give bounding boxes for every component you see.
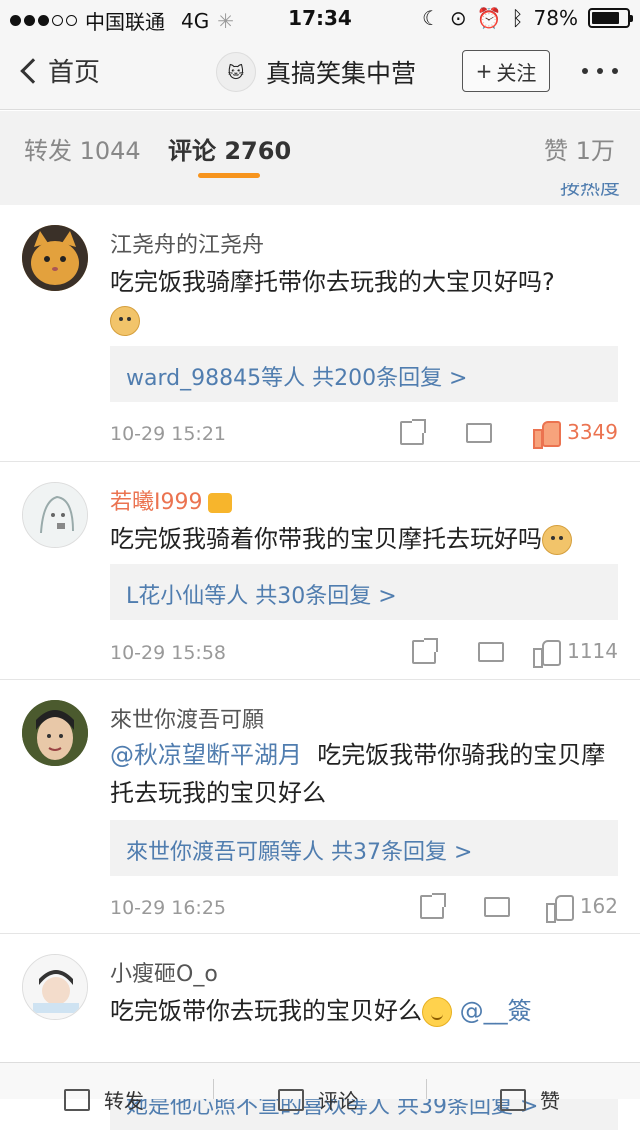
lock-rotation-icon: ⊙: [449, 6, 467, 30]
thumbs-up-icon: [545, 893, 574, 923]
thumbs-up-icon: [500, 1088, 526, 1111]
like-toolbar-button[interactable]: 赞: [500, 1085, 560, 1114]
like-button[interactable]: 1114: [533, 638, 618, 668]
reply-icon[interactable]: [466, 417, 492, 443]
battery-icon: [588, 8, 633, 28]
comment-meta: 10-29 16:25 162: [110, 891, 618, 923]
follow-label: 关注: [496, 60, 537, 85]
smile-emoji-icon: [422, 997, 452, 1027]
crown-badge-icon: [208, 493, 233, 513]
moon-icon: ☾: [421, 6, 440, 30]
like-button[interactable]: 162: [545, 893, 618, 923]
battery-percent: 78%: [533, 6, 578, 30]
share-icon[interactable]: [400, 419, 426, 445]
bottom-toolbar: 转发 评论 赞: [0, 1062, 640, 1113]
sort-button[interactable]: 按热度: [560, 183, 620, 200]
repost-icon: [64, 1088, 90, 1111]
share-icon[interactable]: [420, 893, 446, 919]
doge-emoji-icon: [110, 306, 140, 336]
active-tab-indicator: [198, 173, 260, 178]
avatar[interactable]: [22, 700, 88, 766]
comment-body: 吃完饭我骑摩托带你去玩我的大宝贝好吗?: [110, 268, 555, 296]
username[interactable]: 江尧舟的江尧舟: [110, 227, 264, 259]
comment-list: 江尧舟的江尧舟 吃完饭我骑摩托带你去玩我的大宝贝好吗? ward_98845等人…: [0, 205, 640, 1130]
comment-item: 來世你渡吾可願 @秋凉望断平湖月 吃完饭我带你骑我的宝贝摩托去玩我的宝贝好么 來…: [0, 680, 640, 934]
back-label: 首页: [48, 58, 101, 88]
page-title[interactable]: 🐱 真搞笑集中营: [216, 52, 416, 92]
reply-summary[interactable]: ward_98845等人 共200条回复 >: [110, 346, 618, 402]
avatar[interactable]: [22, 954, 88, 1020]
doge-emoji-icon: [542, 525, 572, 555]
comment-item: 若曦I999 吃完饭我骑着你带我的宝贝摩托去玩好吗 L花小仙等人 共30条回复 …: [0, 462, 640, 680]
comment-text: 吃完饭我骑着你带我的宝贝摩托去玩好吗: [110, 520, 620, 558]
reply-icon[interactable]: [484, 891, 510, 917]
like-count: 1114: [567, 639, 618, 663]
comment-body: 吃完饭带你去玩我的宝贝好么: [110, 997, 422, 1025]
avatar[interactable]: [22, 482, 88, 548]
nav-bar: 首页 🐱 真搞笑集中营 + 关注: [0, 36, 640, 110]
follow-button[interactable]: + 关注: [462, 50, 550, 92]
comment-meta: 10-29 15:21 3349: [110, 417, 618, 449]
reply-icon[interactable]: [478, 636, 504, 662]
comment-meta: 10-29 15:58 1114: [110, 636, 618, 668]
repost-label: 转发: [104, 1089, 144, 1113]
like-button[interactable]: 3349: [533, 419, 618, 449]
tab-likes[interactable]: 赞 1万: [544, 131, 615, 166]
comment-label: 评论: [318, 1089, 358, 1113]
reply-summary[interactable]: L花小仙等人 共30条回复 >: [110, 564, 618, 620]
tab-comments[interactable]: 评论 2760: [168, 131, 291, 166]
comment-item: 江尧舟的江尧舟 吃完饭我骑摩托带你去玩我的大宝贝好吗? ward_98845等人…: [0, 205, 640, 462]
timestamp: 10-29 15:58: [110, 642, 227, 664]
username-text: 若曦I999: [110, 490, 203, 515]
timestamp: 10-29 15:21: [110, 423, 227, 445]
chevron-left-icon: [20, 57, 46, 84]
alarm-icon: ⏰: [476, 6, 502, 30]
like-label: 赞: [540, 1089, 560, 1113]
thumbs-up-icon: [533, 419, 562, 449]
account-name: 真搞笑集中营: [266, 59, 417, 88]
timestamp: 10-29 16:25: [110, 897, 227, 919]
mention-link[interactable]: @秋凉望断平湖月: [110, 741, 302, 769]
avatar[interactable]: [22, 225, 88, 291]
comment-text: @秋凉望断平湖月 吃完饭我带你骑我的宝贝摩托去玩我的宝贝好么: [110, 736, 620, 812]
account-avatar: 🐱: [216, 52, 256, 92]
bluetooth-icon: ᛒ: [511, 6, 524, 30]
tab-repost[interactable]: 转发 1044: [24, 131, 141, 166]
reply-summary[interactable]: 來世你渡吾可願等人 共37条回复 >: [110, 820, 618, 876]
comment-text: 吃完饭我骑摩托带你去玩我的大宝贝好吗?: [110, 263, 620, 339]
username[interactable]: 來世你渡吾可願: [110, 702, 264, 734]
divider: [213, 1079, 214, 1099]
status-bar: 中国联通 4G ✳ 17:34 ☾ ⊙ ⏰ ᛒ 78%: [0, 0, 640, 36]
plus-icon: +: [475, 59, 493, 83]
like-count: 162: [579, 894, 618, 918]
tab-bar: 转发 1044 评论 2760 赞 1万: [0, 111, 640, 183]
sort-bar: 按热度: [0, 183, 640, 205]
thumbs-up-icon: [533, 638, 562, 668]
share-icon[interactable]: [412, 638, 438, 664]
more-icon[interactable]: [582, 68, 618, 74]
comment-button[interactable]: 评论: [278, 1085, 358, 1114]
back-button[interactable]: 首页: [18, 52, 100, 89]
username[interactable]: 若曦I999: [110, 484, 233, 516]
like-count: 3349: [567, 420, 618, 444]
comment-text: 吃完饭带你去玩我的宝贝好么 @__簽: [110, 992, 620, 1030]
comment-icon: [278, 1088, 304, 1111]
divider: [426, 1079, 427, 1099]
mention-link[interactable]: @__簽: [460, 997, 532, 1025]
username[interactable]: 小瘦砸O_o: [110, 956, 218, 988]
repost-button[interactable]: 转发: [64, 1085, 144, 1114]
comment-body: 吃完饭我骑着你带我的宝贝摩托去玩好吗: [110, 525, 542, 553]
